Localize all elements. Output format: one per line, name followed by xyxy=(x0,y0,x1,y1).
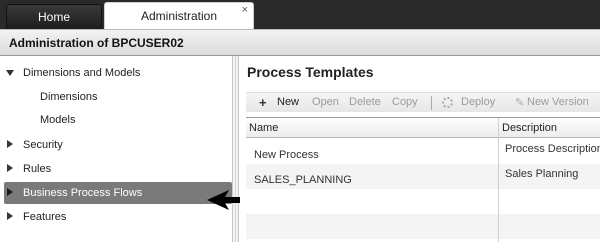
sidebar-item-label: Business Process Flows xyxy=(23,187,143,199)
plus-icon[interactable]: + xyxy=(259,96,267,109)
sidebar-item-features[interactable]: Features xyxy=(0,206,232,228)
sidebar-item-label: Security xyxy=(23,139,63,151)
table-row-empty xyxy=(246,189,600,214)
sidebar-item-label: Models xyxy=(40,114,76,126)
new-button[interactable]: New xyxy=(277,96,299,108)
cell-description: Sales Planning xyxy=(505,168,579,180)
sidebar-item-dimensions-and-models[interactable]: Dimensions and Models xyxy=(0,62,232,84)
cell-description: Process Description xyxy=(505,143,600,155)
new-version-button[interactable]: New Version xyxy=(527,96,589,108)
window-title-bar: Administration of BPCUSER02 xyxy=(0,29,600,56)
close-icon[interactable]: × xyxy=(242,2,248,18)
open-button[interactable]: Open xyxy=(312,96,339,108)
sidebar-item-models[interactable]: Models xyxy=(0,109,232,131)
chevron-right-icon[interactable] xyxy=(7,164,13,172)
sidebar-item-label: Dimensions and Models xyxy=(23,67,141,79)
page-title: Administration of BPCUSER02 xyxy=(9,36,184,50)
table-row[interactable]: New Process Process Description xyxy=(246,139,600,164)
sidebar-item-dimensions[interactable]: Dimensions xyxy=(0,86,232,108)
tab-home-label: Home xyxy=(37,10,70,24)
toolbar: + New Open Delete Copy Deploy ✎ New Vers… xyxy=(246,92,600,112)
pencil-icon: ✎ xyxy=(515,97,525,109)
chevron-down-icon[interactable] xyxy=(6,70,14,76)
section-title: Process Templates xyxy=(247,64,374,80)
deploy-button[interactable]: Deploy xyxy=(461,96,495,108)
sidebar-item-security[interactable]: Security xyxy=(0,134,232,156)
chevron-right-icon[interactable] xyxy=(7,212,13,220)
tab-administration[interactable]: Administration × xyxy=(104,2,254,30)
sidebar-item-label: Dimensions xyxy=(40,91,98,103)
column-header-name[interactable]: Name xyxy=(249,122,278,134)
cell-name: New Process xyxy=(254,149,319,161)
main-content: Process Templates + New Open Delete Copy… xyxy=(240,56,600,242)
table-header: Name Description xyxy=(246,118,600,138)
delete-button[interactable]: Delete xyxy=(349,96,381,108)
tab-administration-label: Administration xyxy=(140,9,218,23)
chevron-right-icon[interactable] xyxy=(7,140,13,148)
sidebar-item-label: Features xyxy=(23,211,67,223)
sidebar-item-rules[interactable]: Rules xyxy=(0,158,232,180)
column-header-description[interactable]: Description xyxy=(502,122,557,134)
chevron-right-icon[interactable] xyxy=(7,188,13,196)
sidebar-item-label: Rules xyxy=(23,163,52,175)
tab-bar: Home Administration × xyxy=(0,0,600,30)
process-templates-table: Name Description New Process Process Des… xyxy=(246,117,600,242)
toolbar-divider xyxy=(431,96,432,110)
sidebar-item-business-process-flows[interactable]: Business Process Flows xyxy=(4,182,232,204)
table-row-empty xyxy=(246,214,600,239)
copy-button[interactable]: Copy xyxy=(392,96,418,108)
tab-home[interactable]: Home xyxy=(6,4,102,29)
column-divider[interactable] xyxy=(498,118,499,242)
gear-icon xyxy=(442,97,453,108)
cell-name: SALES_PLANNING xyxy=(254,174,352,186)
table-row[interactable]: SALES_PLANNING Sales Planning xyxy=(246,164,600,189)
sidebar: Dimensions and Models Dimensions Models … xyxy=(0,56,232,242)
pane-splitter[interactable] xyxy=(232,56,239,242)
